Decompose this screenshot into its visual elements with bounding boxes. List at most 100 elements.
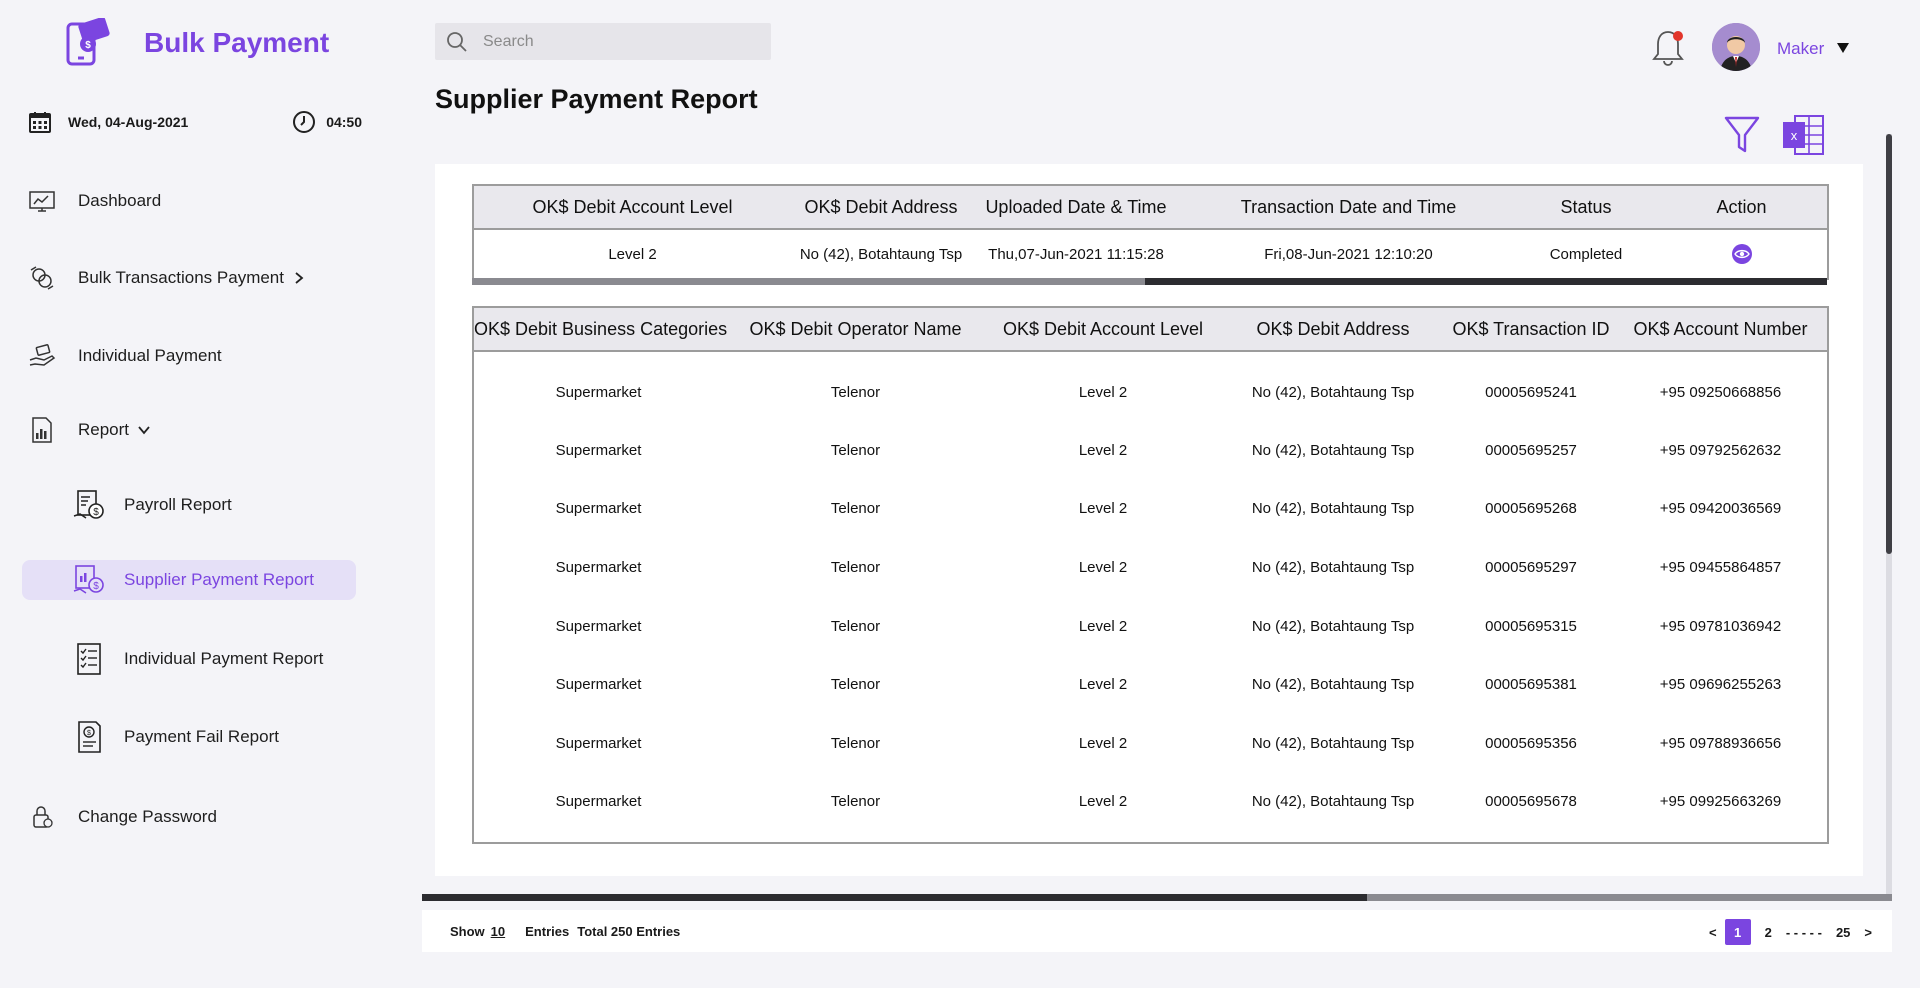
sidebar-item-dashboard[interactable]: Dashboard bbox=[28, 187, 161, 215]
payment-phone-icon: $ bbox=[66, 18, 110, 66]
page-button[interactable]: 2 bbox=[1765, 925, 1772, 940]
date-display: Wed, 04-Aug-2021 bbox=[28, 110, 188, 134]
column-header: Transaction Date and Time bbox=[1181, 185, 1516, 230]
cell-transaction-id: 00005695315 bbox=[1485, 617, 1577, 635]
summary-table: OK$ Debit Account Level OK$ Debit Addres… bbox=[472, 184, 1829, 280]
cell-level: Level 2 bbox=[1078, 617, 1128, 635]
summary-table-scrollbar-thumb[interactable] bbox=[1145, 278, 1827, 285]
sidebar-subitem-supplier-payment-report[interactable]: $ Supplier Payment Report bbox=[72, 563, 314, 597]
user-name[interactable]: Maker bbox=[1777, 39, 1824, 59]
cell-level: Level 2 bbox=[608, 245, 657, 263]
table-row: Supermarket Telenor Level 2 No (42), Bot… bbox=[473, 714, 1828, 773]
cell-level: Level 2 bbox=[1078, 500, 1128, 518]
svg-text:$: $ bbox=[85, 40, 91, 51]
column-header: Status bbox=[1516, 185, 1656, 230]
filter-icon[interactable] bbox=[1724, 115, 1760, 155]
cell-account-number: +95 09792562632 bbox=[1659, 441, 1782, 459]
cell-address: No (42), Botahtaung Tsp bbox=[1251, 384, 1415, 401]
cell-transaction: Fri,08-Jun-2021 12:10:20 bbox=[1264, 245, 1433, 263]
cell-transaction-id: 00005695241 bbox=[1485, 384, 1577, 401]
cell-address: No (42), Botahtaung Tsp bbox=[1251, 617, 1415, 635]
sidebar-item-report[interactable]: Report bbox=[28, 416, 151, 444]
eye-icon[interactable] bbox=[1731, 243, 1753, 265]
sidebar-subitem-label: Payroll Report bbox=[124, 495, 232, 514]
hand-money-icon bbox=[29, 344, 56, 366]
cell-transaction-id: 00005695678 bbox=[1485, 792, 1577, 810]
cell-level: Level 2 bbox=[1078, 734, 1128, 752]
svg-text:x: x bbox=[1791, 128, 1798, 143]
cell-operator: Telenor bbox=[830, 558, 881, 576]
search-input[interactable] bbox=[483, 32, 753, 51]
table-row: Supermarket Telenor Level 2 No (42), Bot… bbox=[473, 773, 1828, 843]
column-header: OK$ Debit Address bbox=[1218, 307, 1448, 352]
avatar[interactable] bbox=[1712, 23, 1760, 71]
sidebar-item-label: Report bbox=[78, 420, 130, 439]
table-row: Supermarket Telenor Level 2 No (42), Bot… bbox=[473, 480, 1828, 539]
cell-address: No (42), Botahtaung Tsp bbox=[1251, 734, 1415, 752]
sidebar-subitem-payroll-report[interactable]: $ Payroll Report bbox=[72, 488, 232, 522]
sidebar-item-label: Individual Payment bbox=[78, 346, 222, 365]
supplier-icon: $ bbox=[73, 565, 104, 594]
datetime-bar: Wed, 04-Aug-2021 04:50 bbox=[28, 110, 362, 134]
caret-down-icon[interactable] bbox=[1836, 42, 1850, 54]
status-badge: Completed bbox=[1549, 245, 1623, 263]
sidebar-subitem-label: Individual Payment Report bbox=[124, 649, 324, 668]
detail-table-header: OK$ Debit Business Categories OK$ Debit … bbox=[473, 307, 1828, 352]
cell-address: No (42), Botahtaung Tsp bbox=[1251, 558, 1415, 576]
pagination-ellipsis: - - - - - bbox=[1785, 924, 1822, 940]
column-header: OK$ Debit Account Level bbox=[473, 185, 791, 230]
total-entries: Total 250 Entries bbox=[577, 923, 681, 939]
cell-operator: Telenor bbox=[830, 792, 881, 810]
clock-icon bbox=[293, 111, 316, 133]
chevron-right-icon bbox=[295, 272, 304, 284]
horizontal-scrollbar-thumb[interactable] bbox=[422, 894, 1367, 901]
cell-operator: Telenor bbox=[830, 384, 881, 401]
page-button-last[interactable]: 25 bbox=[1836, 925, 1850, 940]
excel-icon[interactable]: x bbox=[1781, 114, 1825, 156]
cell-transaction-id: 00005695257 bbox=[1485, 441, 1577, 459]
cell-category: Supermarket bbox=[555, 734, 642, 752]
sidebar-item-change-password[interactable]: Change Password bbox=[28, 803, 217, 831]
cell-category: Supermarket bbox=[555, 676, 642, 694]
sidebar-item-individual-payment[interactable]: Individual Payment bbox=[28, 342, 222, 370]
cell-account-number: +95 09781036942 bbox=[1659, 617, 1782, 635]
cell-address: No (42), Botahtaung Tsp bbox=[1251, 792, 1415, 810]
brand[interactable]: $ Bulk Payment bbox=[64, 18, 329, 68]
fail-report-icon: $ bbox=[78, 721, 101, 753]
svg-text:$: $ bbox=[93, 581, 99, 592]
page-scrollbar-thumb[interactable] bbox=[1886, 134, 1892, 554]
cell-level: Level 2 bbox=[1078, 384, 1128, 401]
time-display: 04:50 bbox=[292, 110, 362, 134]
page-button-current[interactable]: 1 bbox=[1724, 919, 1751, 945]
sidebar: $ Bulk Payment Wed, 04-Aug-2021 04:50 Da… bbox=[0, 0, 380, 988]
column-header: OK$ Debit Business Categories bbox=[473, 307, 727, 352]
cell-operator: Telenor bbox=[830, 617, 881, 635]
page-size-select[interactable]: 10 bbox=[491, 924, 505, 939]
prev-page-button[interactable]: < bbox=[1709, 925, 1717, 940]
sidebar-subitem-individual-payment-report[interactable]: Individual Payment Report bbox=[72, 642, 323, 676]
next-page-button[interactable]: > bbox=[1864, 925, 1872, 940]
dashboard-icon bbox=[29, 191, 55, 212]
cell-address: No (42), Botahtaung Tsp bbox=[799, 245, 963, 263]
cell-transaction-id: 00005695268 bbox=[1485, 500, 1577, 518]
cell-address: No (42), Botahtaung Tsp bbox=[1251, 676, 1415, 694]
column-header: Uploaded Date & Time bbox=[971, 185, 1181, 230]
cell-level: Level 2 bbox=[1078, 792, 1128, 810]
cell-level: Level 2 bbox=[1078, 558, 1128, 576]
cell-category: Supermarket bbox=[555, 384, 642, 401]
table-row: Supermarket Telenor Level 2 No (42), Bot… bbox=[473, 597, 1828, 656]
page-title: Supplier Payment Report bbox=[435, 84, 758, 114]
table-footer: Show 10 Entries Total 250 Entries < 1 2 … bbox=[422, 910, 1892, 952]
column-header: OK$ Transaction ID bbox=[1448, 307, 1614, 352]
current-date: Wed, 04-Aug-2021 bbox=[68, 114, 189, 130]
sidebar-item-bulk-transactions[interactable]: Bulk Transactions Payment bbox=[28, 264, 306, 292]
sidebar-subitem-payment-fail-report[interactable]: $ Payment Fail Report bbox=[72, 720, 279, 754]
cell-category: Supermarket bbox=[555, 441, 642, 459]
calendar-icon bbox=[29, 112, 51, 133]
cell-account-number: +95 09420036569 bbox=[1659, 500, 1782, 518]
user-avatar-image bbox=[1712, 23, 1760, 71]
cell-category: Supermarket bbox=[555, 500, 642, 518]
cell-level: Level 2 bbox=[1078, 441, 1128, 459]
search-bar[interactable] bbox=[435, 23, 771, 60]
sidebar-item-label: Dashboard bbox=[78, 191, 162, 210]
